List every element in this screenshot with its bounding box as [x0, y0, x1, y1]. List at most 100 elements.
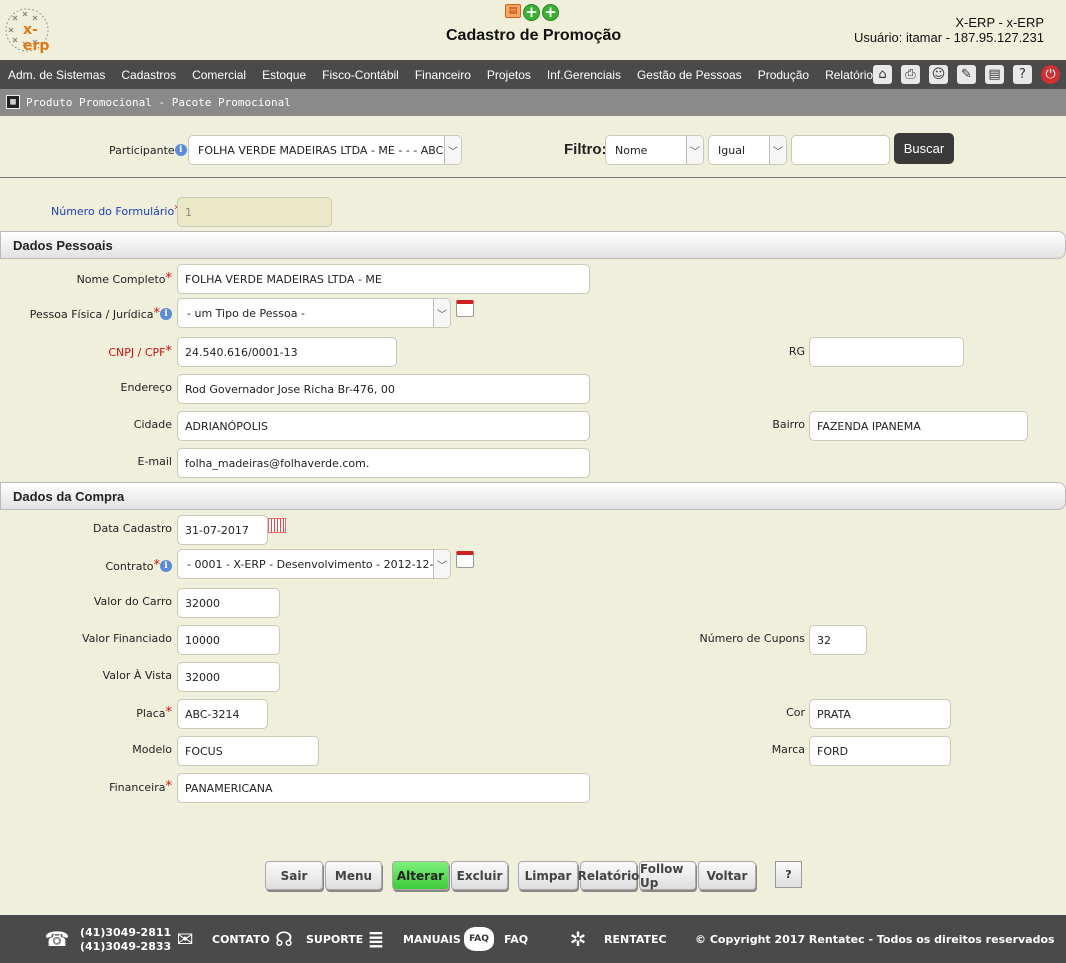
- followup-button[interactable]: Follow Up: [639, 861, 696, 890]
- cor-input[interactable]: PRATA: [809, 699, 951, 729]
- rg-input[interactable]: [809, 337, 964, 367]
- marca-input[interactable]: FORD: [809, 736, 951, 766]
- power-icon[interactable]: ⏻: [1041, 65, 1060, 84]
- menu-estoque[interactable]: Estoque: [254, 68, 314, 82]
- menu-adm-sistemas[interactable]: Adm. de Sistemas: [0, 68, 113, 82]
- footer: ☎ (41)3049-2811 (41)3049-2833 ✉ CONTATO …: [0, 915, 1066, 963]
- help-button[interactable]: ?: [775, 861, 802, 888]
- books-icon[interactable]: ≣: [362, 927, 390, 951]
- cupons-label: Número de Cupons: [699, 632, 805, 645]
- excluir-button[interactable]: Excluir: [451, 861, 508, 890]
- filter-field-value: Nome: [615, 143, 648, 157]
- financeira-input[interactable]: PANAMERICANA: [177, 773, 590, 803]
- app-header: x-erp ▤ + + Cadastro de Promoção X-ERP -…: [0, 0, 1066, 60]
- menu-projetos[interactable]: Projetos: [479, 68, 539, 82]
- valor-financiado-input[interactable]: 10000: [177, 625, 280, 655]
- info-icon[interactable]: i: [174, 144, 187, 156]
- rg-label: RG: [788, 345, 805, 358]
- add-new-icon[interactable]: +: [542, 4, 559, 21]
- cidade-label: Cidade: [133, 418, 172, 431]
- chevron-down-icon: ﹀: [686, 136, 703, 164]
- search-button[interactable]: Buscar: [894, 133, 954, 164]
- placa-label-text: Placa: [136, 707, 166, 720]
- modelo-label: Modelo: [132, 743, 172, 756]
- document-edit-icon[interactable]: ✎: [957, 65, 976, 84]
- valor-carro-label: Valor do Carro: [93, 595, 172, 608]
- required-marker: *: [165, 705, 173, 720]
- menu-producao[interactable]: Produção: [750, 68, 817, 82]
- info-icon[interactable]: i: [160, 308, 172, 320]
- menu-comercial[interactable]: Comercial: [184, 68, 254, 82]
- rentatec-link[interactable]: RENTATEC: [604, 933, 667, 946]
- required-marker: *: [165, 779, 173, 794]
- relatorio-button[interactable]: Relatório: [578, 861, 639, 890]
- faq-icon[interactable]: FAQ: [464, 927, 494, 951]
- mail-icon[interactable]: ✉: [172, 927, 198, 951]
- placa-input[interactable]: ABC-3214: [177, 699, 268, 729]
- user-info: X-ERP - x-ERP Usuário: itamar - 187.95.1…: [854, 15, 1044, 45]
- menu-gestao-pessoas[interactable]: Gestão de Pessoas: [629, 68, 750, 82]
- faq-link[interactable]: FAQ: [504, 933, 528, 946]
- valor-vista-label: Valor À Vista: [102, 669, 172, 682]
- participant-select[interactable]: FOLHA VERDE MADEIRAS LTDA - ME - - - ABC…: [188, 135, 462, 165]
- sair-button[interactable]: Sair: [265, 861, 323, 890]
- cidade-input[interactable]: ADRIANÓPOLIS: [177, 411, 590, 441]
- voltar-button[interactable]: Voltar: [698, 861, 756, 890]
- calendar-icon[interactable]: [456, 300, 474, 317]
- xerp-logo[interactable]: x-erp: [3, 6, 61, 54]
- document-icon[interactable]: ▤: [985, 65, 1004, 84]
- info-icon[interactable]: i: [160, 560, 172, 572]
- phone-icon: ☎: [44, 927, 70, 951]
- valor-carro-input[interactable]: 32000: [177, 588, 280, 618]
- cnpj-label: CNPJ / CPF*: [108, 344, 172, 359]
- printer-icon[interactable]: ⎙: [901, 65, 920, 84]
- endereco-input[interactable]: Rod Governador Jose Richa Br-476, 00: [177, 374, 590, 404]
- phone-2: (41)3049-2833: [80, 940, 172, 953]
- add-icon[interactable]: +: [523, 4, 540, 21]
- cupons-input[interactable]: 32: [809, 625, 867, 655]
- bairro-input[interactable]: FAZENDA IPANEMA: [809, 411, 1028, 441]
- menu-financeiro[interactable]: Financeiro: [407, 68, 479, 82]
- menu-button[interactable]: Menu: [325, 861, 382, 890]
- alterar-button[interactable]: Alterar: [392, 861, 449, 890]
- section-dados-compra[interactable]: Dados da Compra: [0, 482, 1066, 510]
- section-dados-pessoais[interactable]: Dados Pessoais: [0, 231, 1066, 259]
- chevron-down-icon: ﹀: [433, 299, 450, 327]
- email-input[interactable]: folha_madeiras@folhaverde.com.: [177, 448, 590, 478]
- filter-field-select[interactable]: Nome ﹀: [605, 135, 704, 165]
- tipo-pessoa-select[interactable]: - um Tipo de Pessoa - ﹀: [177, 298, 451, 328]
- form-number-label: Número do Formulário*: [51, 203, 181, 218]
- endereco-label: Endereço: [120, 381, 173, 394]
- modelo-input[interactable]: FOCUS: [177, 736, 319, 766]
- menu-fisco-contabil[interactable]: Fisco-Contábil: [314, 68, 407, 82]
- valor-financiado-label: Valor Financiado: [81, 632, 172, 645]
- home-icon[interactable]: ⌂: [873, 65, 892, 84]
- chevron-down-icon: ﹀: [769, 136, 786, 164]
- menu-inf-gerenciais[interactable]: Inf.Gerenciais: [539, 68, 629, 82]
- data-cadastro-input[interactable]: 31-07-2017: [177, 515, 268, 545]
- contrato-select[interactable]: - 0001 - X-ERP - Desenvolvimento - 2012-…: [177, 549, 451, 579]
- report-icon[interactable]: ▤: [505, 4, 521, 18]
- cnpj-cpf-input[interactable]: 24.540.616/0001-13: [177, 337, 397, 367]
- filter-value-input[interactable]: [791, 135, 890, 165]
- calendar-icon[interactable]: [456, 551, 474, 568]
- headset-icon[interactable]: ☊: [270, 925, 298, 953]
- owl-icon[interactable]: ☺: [929, 65, 948, 84]
- help-icon[interactable]: ?: [1013, 65, 1032, 84]
- nome-completo-input[interactable]: FOLHA VERDE MADEIRAS LTDA - ME: [177, 264, 590, 294]
- suporte-link[interactable]: SUPORTE: [306, 933, 363, 946]
- contato-link[interactable]: CONTATO: [212, 933, 270, 946]
- filter-operator-select[interactable]: Igual ﹀: [708, 135, 787, 165]
- module-icon: ▦: [6, 95, 20, 109]
- cor-label: Cor: [786, 706, 805, 719]
- calendar-icon[interactable]: [268, 518, 286, 533]
- tipo-pessoa-value: - um Tipo de Pessoa -: [187, 306, 305, 320]
- nome-label: Nome Completo*: [77, 271, 172, 286]
- limpar-button[interactable]: Limpar: [518, 861, 578, 890]
- menu-cadastros[interactable]: Cadastros: [113, 68, 184, 82]
- rentatec-logo-icon[interactable]: ✲: [563, 925, 593, 953]
- manuais-link[interactable]: MANUAIS: [403, 933, 461, 946]
- valor-vista-input[interactable]: 32000: [177, 662, 280, 692]
- form-number-label-text: Número do Formulário: [51, 205, 175, 218]
- form-number-input[interactable]: 1: [177, 197, 332, 227]
